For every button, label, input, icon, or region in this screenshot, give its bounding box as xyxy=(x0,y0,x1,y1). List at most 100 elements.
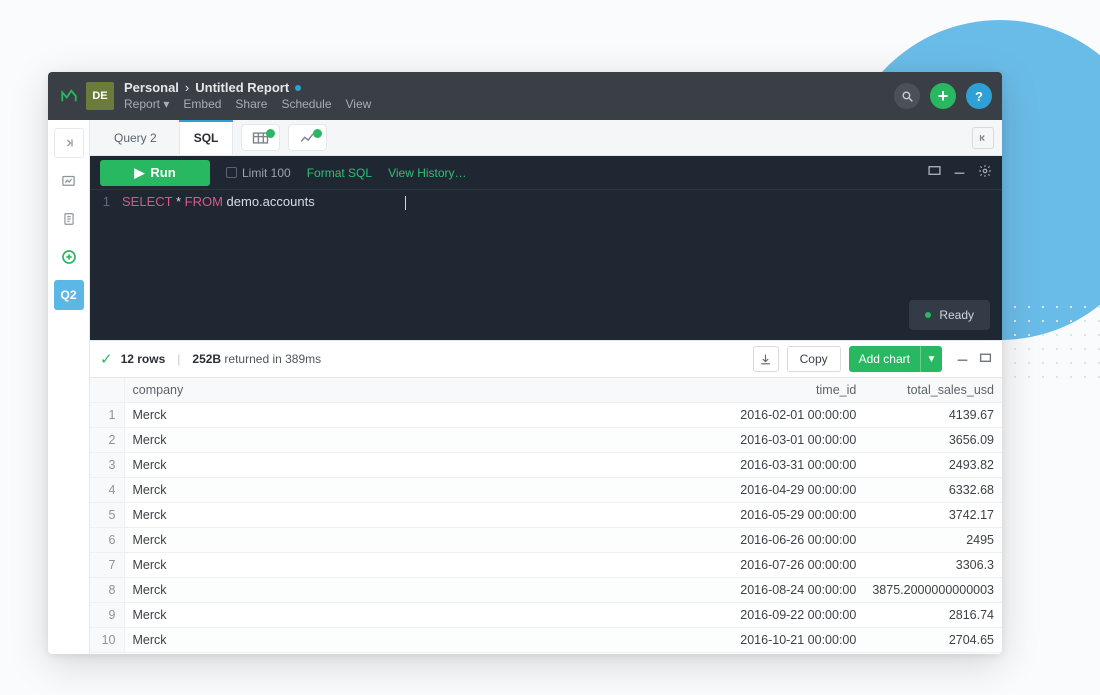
row-number: 1 xyxy=(90,403,124,428)
notebook-icon[interactable] xyxy=(54,204,84,234)
minimize-icon[interactable] xyxy=(953,164,966,181)
table-row[interactable]: 9Merck2016-09-22 00:00:002816.74 xyxy=(90,603,1002,628)
help-button[interactable]: ? xyxy=(966,83,992,109)
cell-total-sales: 2493.82 xyxy=(864,453,1002,478)
col-time-id[interactable]: time_id xyxy=(684,378,864,403)
add-table-button[interactable] xyxy=(241,124,280,151)
add-chart-button-group: Add chart ▼ xyxy=(849,346,942,372)
code-area[interactable]: 1 SELECT * FROM demo.accounts Ready xyxy=(90,190,1002,340)
results-table[interactable]: company time_id total_sales_usd 1Merck20… xyxy=(90,378,1002,654)
row-number: 10 xyxy=(90,628,124,653)
view-history-link[interactable]: View History… xyxy=(388,166,466,180)
run-button[interactable]: ▶ Run xyxy=(100,160,210,186)
cell-total-sales: 3656.09 xyxy=(864,428,1002,453)
col-company[interactable]: company xyxy=(124,378,684,403)
user-badge[interactable]: DE xyxy=(86,82,114,110)
expand-sidebar-button[interactable] xyxy=(54,128,84,158)
table-row[interactable]: 2Merck2016-03-01 00:00:003656.09 xyxy=(90,428,1002,453)
limit-toggle[interactable]: Limit 100 xyxy=(226,166,291,180)
row-number: 2 xyxy=(90,428,124,453)
cell-time-id: 2016-10-21 00:00:00 xyxy=(684,628,864,653)
plus-badge-icon xyxy=(266,129,275,138)
menu-embed[interactable]: Embed xyxy=(183,98,221,112)
cell-time-id: 2016-08-24 00:00:00 xyxy=(684,578,864,603)
cell-time-id: 2016-07-26 00:00:00 xyxy=(684,553,864,578)
cell-company: Merck xyxy=(124,578,684,603)
plus-badge-icon xyxy=(313,129,322,138)
table-row[interactable]: 7Merck2016-07-26 00:00:003306.3 xyxy=(90,553,1002,578)
sql-editor: ▶ Run Limit 100 Format SQL View History… xyxy=(90,156,1002,340)
menu-view[interactable]: View xyxy=(346,98,372,112)
cell-time-id: 2016-04-29 00:00:00 xyxy=(684,478,864,503)
row-number: 7 xyxy=(90,553,124,578)
tab-query-name[interactable]: Query 2 xyxy=(100,120,171,155)
collapse-panel-button[interactable] xyxy=(972,127,994,149)
cell-total-sales: 2704.65 xyxy=(864,628,1002,653)
cell-time-id: 2016-09-22 00:00:00 xyxy=(684,603,864,628)
cell-total-sales: 3875.2000000000003 xyxy=(864,578,1002,603)
cell-company: Merck xyxy=(124,478,684,503)
copy-button[interactable]: Copy xyxy=(787,346,841,372)
row-number: 5 xyxy=(90,503,124,528)
status-dot-icon xyxy=(925,312,931,318)
line-gutter: 1 xyxy=(90,190,118,340)
table-row[interactable]: 4Merck2016-04-29 00:00:006332.68 xyxy=(90,478,1002,503)
menu-schedule[interactable]: Schedule xyxy=(281,98,331,112)
breadcrumb: Personal › Untitled Report Report ▾ Embe… xyxy=(124,81,371,112)
cell-company: Merck xyxy=(124,428,684,453)
table-header-row: company time_id total_sales_usd xyxy=(90,378,1002,403)
table-row[interactable]: 6Merck2016-06-26 00:00:002495 xyxy=(90,528,1002,553)
results-maximize-icon[interactable] xyxy=(979,352,992,366)
search-button[interactable] xyxy=(894,83,920,109)
row-number: 3 xyxy=(90,453,124,478)
settings-gear-icon[interactable] xyxy=(978,164,992,181)
cell-company: Merck xyxy=(124,528,684,553)
cell-time-id: 2016-05-29 00:00:00 xyxy=(684,503,864,528)
cell-total-sales: 3306.3 xyxy=(864,553,1002,578)
menu-share[interactable]: Share xyxy=(235,98,267,112)
query-tabs: Query 2 SQL xyxy=(90,120,1002,156)
breadcrumb-report[interactable]: Untitled Report xyxy=(195,81,289,96)
menu-report[interactable]: Report ▾ xyxy=(124,98,169,112)
add-chart-button[interactable]: Add chart xyxy=(849,346,920,372)
fullscreen-icon[interactable] xyxy=(928,164,941,181)
cell-company: Merck xyxy=(124,453,684,478)
cell-company: Merck xyxy=(124,603,684,628)
table-row[interactable]: 8Merck2016-08-24 00:00:003875.2000000000… xyxy=(90,578,1002,603)
new-button[interactable]: + xyxy=(930,83,956,109)
report-builder-icon[interactable] xyxy=(54,166,84,196)
add-chart-tab-button[interactable] xyxy=(288,124,327,151)
sql-code[interactable]: SELECT * FROM demo.accounts xyxy=(118,190,1002,340)
report-menu: Report ▾ Embed Share Schedule View xyxy=(124,98,371,112)
cell-company: Merck xyxy=(124,403,684,428)
cell-total-sales: 3742.17 xyxy=(864,503,1002,528)
main-panel: Query 2 SQL xyxy=(90,120,1002,654)
cell-time-id: 2016-03-31 00:00:00 xyxy=(684,453,864,478)
results-minimize-icon[interactable] xyxy=(956,352,969,366)
download-button[interactable] xyxy=(753,346,779,372)
cell-company: Merck xyxy=(124,628,684,653)
cell-total-sales: 6332.68 xyxy=(864,478,1002,503)
checkbox-icon xyxy=(226,167,237,178)
results-header: ✓ 12 rows | 252B returned in 389ms Copy … xyxy=(90,340,1002,378)
format-sql-link[interactable]: Format SQL xyxy=(307,166,372,180)
cell-company: Merck xyxy=(124,553,684,578)
unsaved-indicator-icon xyxy=(295,85,301,91)
cell-time-id: 2016-03-01 00:00:00 xyxy=(684,428,864,453)
row-number: 8 xyxy=(90,578,124,603)
query-2-nav[interactable]: Q2 xyxy=(54,280,84,310)
table-row[interactable]: 1Merck2016-02-01 00:00:004139.67 xyxy=(90,403,1002,428)
table-row[interactable]: 3Merck2016-03-31 00:00:002493.82 xyxy=(90,453,1002,478)
breadcrumb-workspace[interactable]: Personal xyxy=(124,81,179,96)
chevron-right-icon: › xyxy=(185,81,189,96)
add-chart-dropdown[interactable]: ▼ xyxy=(920,346,942,372)
table-row[interactable]: 10Merck2016-10-21 00:00:002704.65 xyxy=(90,628,1002,653)
table-row[interactable]: 5Merck2016-05-29 00:00:003742.17 xyxy=(90,503,1002,528)
cell-total-sales: 4139.67 xyxy=(864,403,1002,428)
tab-sql[interactable]: SQL xyxy=(179,120,234,155)
row-count: 12 rows xyxy=(121,352,166,366)
cell-time-id: 2016-06-26 00:00:00 xyxy=(684,528,864,553)
add-query-button[interactable] xyxy=(54,242,84,272)
col-total-sales[interactable]: total_sales_usd xyxy=(864,378,1002,403)
cell-company: Merck xyxy=(124,503,684,528)
